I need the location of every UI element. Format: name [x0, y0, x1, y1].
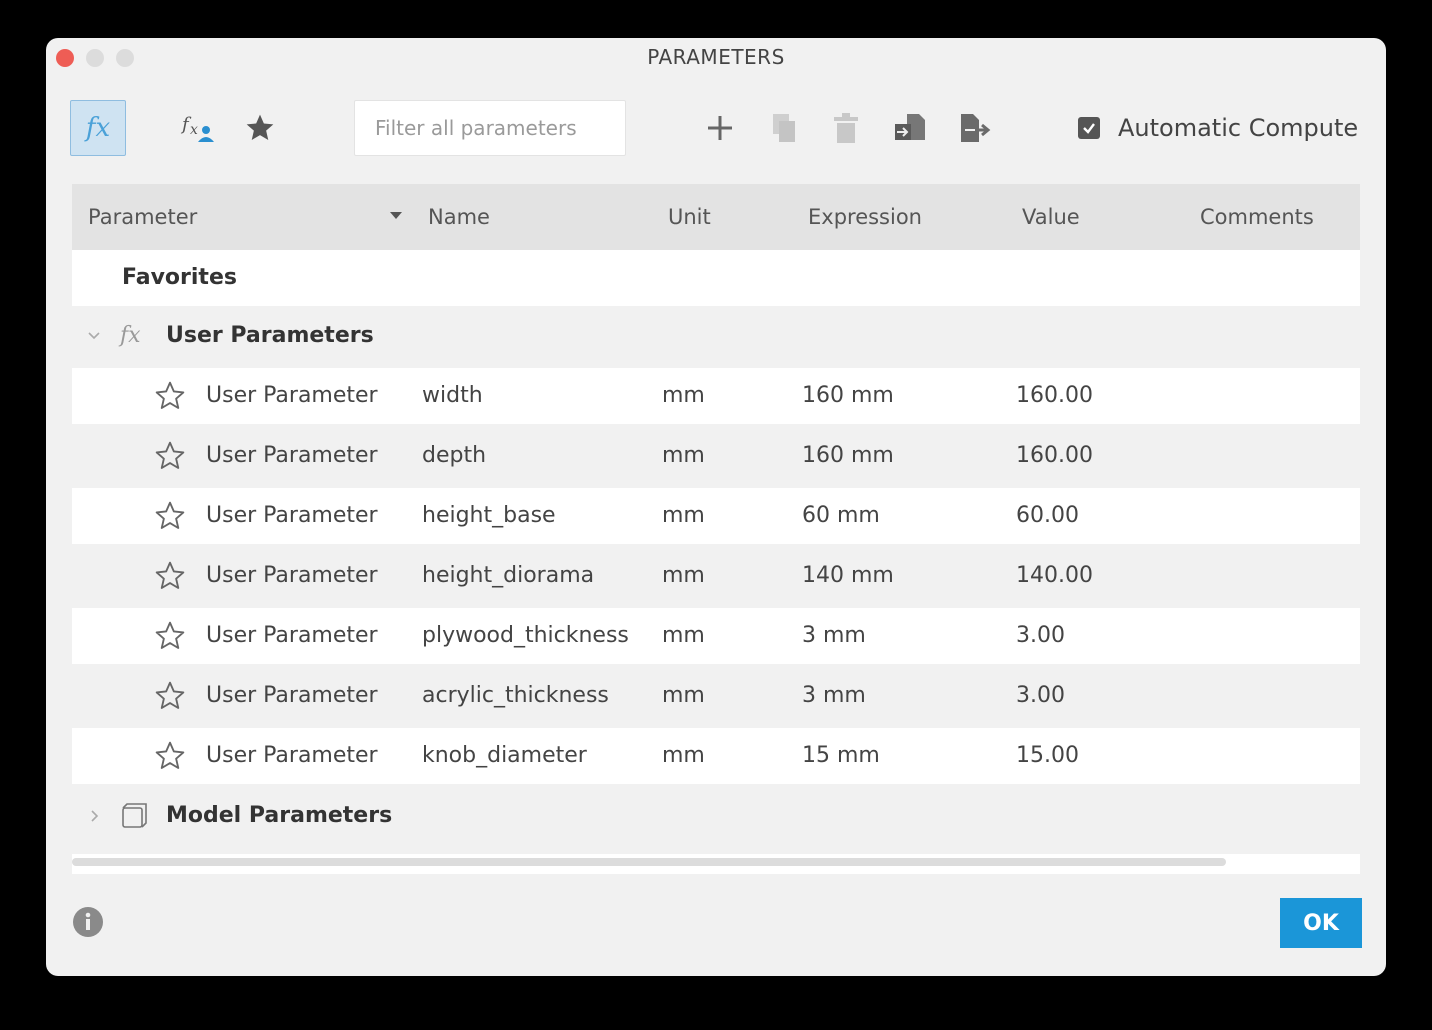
- user-parameters-group-row[interactable]: fx User Parameters: [72, 308, 1360, 364]
- cell-parameter: User Parameter: [206, 503, 378, 528]
- cell-unit: mm: [662, 743, 705, 768]
- table-row[interactable]: User Parameter acrylic_thickness mm 3 mm 3.0…: [72, 668, 1360, 724]
- star-outline-icon[interactable]: [154, 560, 186, 592]
- window-title: PARAMETERS: [647, 45, 785, 69]
- checkmark-icon: [1083, 123, 1095, 134]
- star-outline-icon[interactable]: [154, 440, 186, 472]
- add-parameter-button[interactable]: [692, 100, 748, 156]
- cell-unit: mm: [662, 683, 705, 708]
- cell-name[interactable]: depth: [422, 428, 486, 484]
- table-row[interactable]: User Parameter height_diorama mm 140 mm 140.…: [72, 548, 1360, 604]
- cell-expression[interactable]: 160 mm: [802, 428, 894, 484]
- star-outline-icon[interactable]: [154, 680, 186, 712]
- cell-parameter: User Parameter: [206, 623, 378, 648]
- table-header: Parameter Name Unit Expression Value Com…: [72, 184, 1360, 250]
- scrollbar-thumb[interactable]: [72, 858, 1226, 866]
- delete-parameter-button[interactable]: [818, 100, 874, 156]
- cell-name[interactable]: height_base: [422, 488, 556, 544]
- automatic-compute-toggle[interactable]: Automatic Compute: [1078, 112, 1358, 144]
- cell-parameter: User Parameter: [206, 683, 378, 708]
- model-parameters-group-row[interactable]: Model Parameters: [72, 788, 1360, 844]
- import-button[interactable]: [882, 100, 938, 156]
- chevron-down-icon[interactable]: [82, 324, 106, 348]
- info-icon[interactable]: [72, 906, 104, 938]
- cell-value: 160.00: [1016, 383, 1093, 408]
- star-icon: [246, 114, 274, 140]
- cell-name[interactable]: width: [422, 368, 483, 424]
- parameters-table: Parameter Name Unit Expression Value Com…: [72, 184, 1360, 874]
- cell-value: 3.00: [1016, 683, 1065, 708]
- filter-input[interactable]: [354, 100, 626, 156]
- copy-icon: [773, 114, 795, 142]
- cell-unit: mm: [662, 563, 705, 588]
- sort-caret-icon[interactable]: [390, 212, 402, 219]
- fx-icon: fx: [85, 113, 111, 143]
- export-icon: [961, 114, 991, 142]
- cell-value: 60.00: [1016, 503, 1079, 528]
- table-row[interactable]: User Parameter height_base mm 60 mm 60.00: [72, 488, 1360, 544]
- plus-icon: [708, 116, 732, 140]
- table-row[interactable]: User Parameter knob_diameter mm 15 mm 15.00: [72, 728, 1360, 784]
- table-row[interactable]: User Parameter depth mm 160 mm 160.00: [72, 428, 1360, 484]
- cell-value: 15.00: [1016, 743, 1079, 768]
- automatic-compute-checkbox[interactable]: [1078, 117, 1100, 139]
- cell-name[interactable]: acrylic_thickness: [422, 668, 609, 724]
- cell-parameter: User Parameter: [206, 383, 378, 408]
- star-outline-icon[interactable]: [154, 500, 186, 532]
- star-outline-icon[interactable]: [154, 620, 186, 652]
- star-outline-icon[interactable]: [154, 740, 186, 772]
- column-header-comments[interactable]: Comments: [1200, 184, 1314, 250]
- favorites-filter-button[interactable]: [232, 100, 288, 156]
- column-header-expression[interactable]: Expression: [808, 184, 922, 250]
- toolbar: fx f x Filter all parameters Automatic C…: [46, 96, 1386, 160]
- cell-name[interactable]: knob_diameter: [422, 728, 587, 784]
- cell-unit: mm: [662, 623, 705, 648]
- horizontal-scrollbar[interactable]: [72, 854, 1360, 874]
- cell-value: 3.00: [1016, 623, 1065, 648]
- table-row[interactable]: User Parameter width mm 160 mm 160.00: [72, 368, 1360, 424]
- svg-text:x: x: [190, 122, 198, 138]
- cell-parameter: User Parameter: [206, 443, 378, 468]
- fx-user-icon: f x: [180, 114, 214, 142]
- cell-expression[interactable]: 160 mm: [802, 368, 894, 424]
- cell-unit: mm: [662, 383, 705, 408]
- cell-expression[interactable]: 15 mm: [802, 728, 880, 784]
- cell-expression[interactable]: 3 mm: [802, 668, 866, 724]
- cell-expression[interactable]: 140 mm: [802, 548, 894, 604]
- table-row[interactable]: User Parameter plywood_thickness mm 3 mm 3.0…: [72, 608, 1360, 664]
- cell-unit: mm: [662, 443, 705, 468]
- model-parameters-label: Model Parameters: [166, 803, 393, 828]
- cell-parameter: User Parameter: [206, 743, 378, 768]
- favorites-label: Favorites: [122, 265, 237, 290]
- ok-button[interactable]: OK: [1280, 898, 1362, 948]
- cell-expression[interactable]: 60 mm: [802, 488, 880, 544]
- automatic-compute-label: Automatic Compute: [1118, 114, 1359, 142]
- cell-value: 140.00: [1016, 563, 1093, 588]
- cell-name[interactable]: plywood_thickness: [422, 608, 629, 664]
- cell-unit: mm: [662, 503, 705, 528]
- favorites-group-row[interactable]: Favorites: [72, 250, 1360, 306]
- column-header-unit[interactable]: Unit: [668, 184, 711, 250]
- import-icon: [895, 114, 925, 140]
- fx-group-icon: fx: [120, 323, 141, 348]
- cell-parameter: User Parameter: [206, 563, 378, 588]
- copy-parameter-button[interactable]: [756, 100, 812, 156]
- cell-expression[interactable]: 3 mm: [802, 608, 866, 664]
- cell-name[interactable]: height_diorama: [422, 548, 594, 604]
- user-parameters-filter-button[interactable]: f x: [170, 100, 226, 156]
- title-bar: PARAMETERS: [46, 38, 1386, 76]
- trash-icon: [834, 113, 858, 143]
- column-header-value[interactable]: Value: [1022, 184, 1080, 250]
- parameters-dialog: PARAMETERS fx f x Filter all parameters …: [46, 38, 1386, 976]
- model-cube-icon: [120, 802, 148, 834]
- column-header-parameter[interactable]: Parameter: [88, 184, 197, 250]
- user-parameters-label: User Parameters: [166, 323, 374, 348]
- fx-filter-button[interactable]: fx: [70, 100, 126, 156]
- chevron-right-icon[interactable]: [82, 804, 106, 828]
- star-outline-icon[interactable]: [154, 380, 186, 412]
- cell-value: 160.00: [1016, 443, 1093, 468]
- export-button[interactable]: [946, 100, 1002, 156]
- column-header-name[interactable]: Name: [428, 184, 490, 250]
